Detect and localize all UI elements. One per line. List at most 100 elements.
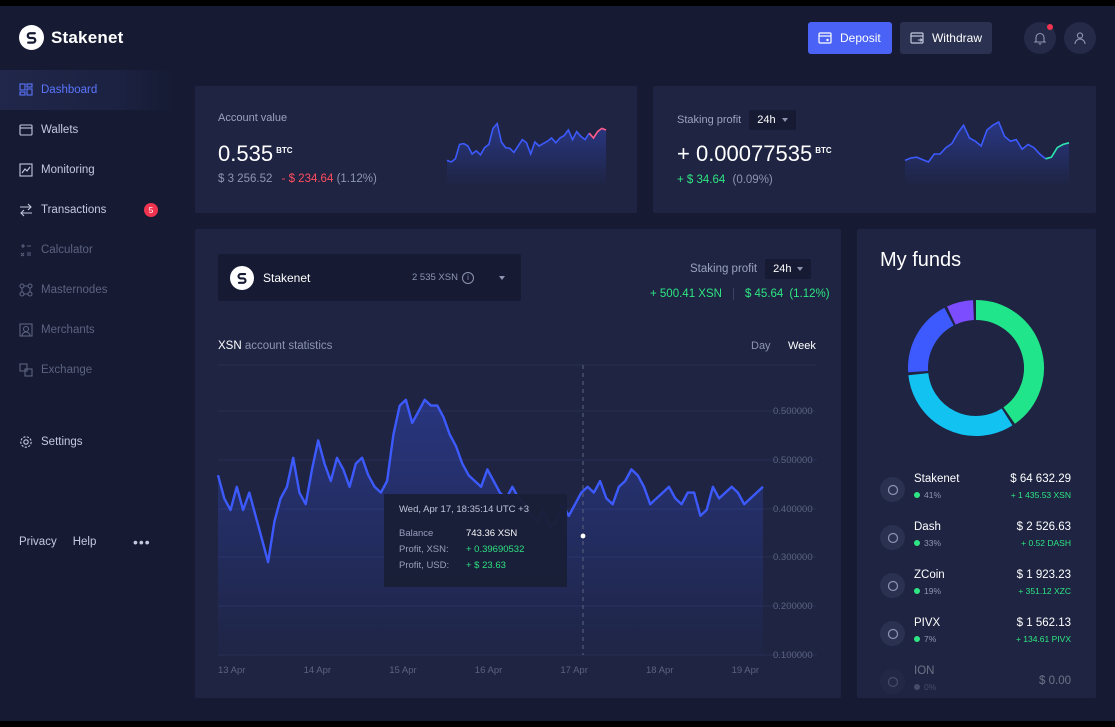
fund-coin-change: + 0.52 DASH: [1021, 538, 1071, 548]
fund-coin-change: + 351.12 XZC: [1018, 586, 1071, 596]
account-change: - $ 234.64: [281, 173, 334, 185]
staking-period-dropdown[interactable]: 24h: [749, 110, 796, 130]
y-tick-label: 0.400000: [773, 504, 813, 515]
stats-coin: XSN: [218, 340, 242, 352]
fund-usd-value: $ 1 562.13: [1016, 617, 1071, 629]
staking-pct: (0.09%): [732, 174, 773, 186]
fund-share-value: 0%: [924, 682, 937, 692]
help-link[interactable]: Help: [73, 536, 97, 548]
profit-pct: (1.12%): [789, 288, 830, 300]
status-dot: [914, 684, 920, 690]
sidebar-item-calculator[interactable]: Calculator: [0, 230, 175, 270]
staking-profit-card: Staking profit 24h + 0.00077535 BTC + $ 3…: [653, 86, 1096, 213]
coin-name: Stakenet: [263, 270, 311, 285]
fund-share: 41%: [914, 490, 941, 500]
status-dot: [914, 588, 920, 594]
sidebar-item-dashboard[interactable]: Dashboard: [0, 70, 175, 110]
y-tick-label: 0.500000: [773, 406, 813, 417]
coin-selector[interactable]: Stakenet 2 535 XSN i: [218, 254, 521, 301]
info-icon[interactable]: i: [462, 271, 474, 284]
sidebar-item-label: Monitoring: [41, 164, 95, 176]
main-staking-period-dropdown[interactable]: 24h: [765, 259, 812, 279]
fund-name: ION: [914, 665, 935, 677]
x-tick-label: 16 Apr: [475, 665, 502, 676]
sidebar-item-label: Calculator: [41, 244, 93, 256]
fund-name: ZCoin: [914, 569, 945, 581]
x-tick-label: 15 Apr: [389, 665, 416, 676]
divider: [732, 288, 734, 300]
brand-logo[interactable]: Stakenet: [19, 25, 123, 50]
sidebar-item-masternodes[interactable]: Masternodes: [0, 270, 175, 310]
privacy-link[interactable]: Privacy: [19, 536, 57, 548]
withdraw-icon: [910, 32, 924, 44]
withdraw-label: Withdraw: [931, 31, 982, 45]
dashboard-icon: [18, 83, 33, 98]
deposit-label: Deposit: [840, 31, 881, 45]
fund-usd-value: $ 1 923.23: [1016, 569, 1071, 581]
sidebar-item-wallets[interactable]: Wallets: [0, 110, 175, 150]
merchants-icon: [18, 323, 33, 338]
zcoin-icon: [880, 573, 905, 598]
account-statistics-card: Stakenet 2 535 XSN i Staking profit 24h …: [195, 229, 841, 698]
tooltip-profit-usd-value: + $ 23.63: [466, 560, 506, 571]
period-week-tab[interactable]: Week: [788, 340, 816, 352]
fund-row-stakenet[interactable]: Stakenet 41% $ 64 632.29 + 1 435.53 XSN: [880, 473, 1073, 509]
x-tick-label: 17 Apr: [560, 665, 587, 676]
donut-segment: [908, 307, 955, 373]
sidebar-item-merchants[interactable]: Merchants: [0, 310, 175, 350]
status-dot: [914, 636, 920, 642]
profit-usd: $ 45.64: [744, 288, 784, 300]
staking-profit-label: Staking profit: [677, 114, 742, 126]
account-value-label: Account value: [218, 112, 288, 124]
period-day-tab[interactable]: Day: [751, 340, 771, 352]
y-tick-label: 0.100000: [773, 650, 813, 661]
sidebar-item-transactions[interactable]: Transactions 5: [0, 190, 175, 230]
fund-coin-change: + 1 435.53 XSN: [1010, 490, 1071, 500]
tooltip-date: Wed, Apr 17, 18:35:14 UTC +3: [399, 504, 529, 515]
fund-coin-change: + 134.61 PIVX: [1015, 634, 1071, 644]
caret-down-icon: [797, 267, 804, 271]
sidebar-item-label: Wallets: [41, 124, 79, 136]
monitoring-icon: [18, 163, 33, 178]
my-funds-title: My funds: [880, 249, 962, 271]
x-tick-label: 18 Apr: [646, 665, 673, 676]
fund-name: Stakenet: [914, 473, 960, 485]
fund-name: Dash: [914, 521, 941, 533]
sidebar-item-settings[interactable]: Settings: [0, 422, 175, 462]
chart-tooltip: Wed, Apr 17, 18:35:14 UTC +3 Balance 743.…: [384, 494, 567, 587]
main-staking-profit: Staking profit 24h: [690, 259, 812, 279]
sidebar-item-exchange[interactable]: Exchange: [0, 350, 175, 390]
fund-share: 0%: [914, 682, 936, 692]
my-funds-card: My funds Stakenet 41% $ 64 632.29 + 1 435.5…: [857, 229, 1096, 698]
sidebar-item-label: Exchange: [41, 364, 93, 376]
donut-segment: [947, 300, 975, 325]
hover-point: [580, 533, 586, 539]
account-usd: $ 3 256.52: [218, 173, 273, 185]
sidebar-item-monitoring[interactable]: Monitoring: [0, 150, 175, 190]
notifications-button[interactable]: [1024, 22, 1056, 54]
fund-row-dash[interactable]: Dash 33% $ 2 526.63 + 0.52 DASH: [880, 521, 1073, 557]
account-sparkline: [446, 121, 607, 186]
stats-label: account statistics: [244, 340, 333, 352]
fund-share: 7%: [914, 634, 936, 644]
fund-row-ion[interactable]: ION 0% $ 0.00: [880, 665, 1073, 701]
staking-profit-unit: BTC: [815, 145, 832, 155]
donut-segment: [908, 372, 1013, 436]
fund-row-zcoin[interactable]: ZCoin 19% $ 1 923.23 + 351.12 XZC: [880, 569, 1073, 605]
tooltip-profit-usd-label: Profit, USD:: [399, 560, 450, 571]
fund-row-pivx[interactable]: PIVX 7% $ 1 562.13 + 134.61 PIVX: [880, 617, 1073, 653]
user-icon: [1074, 32, 1086, 45]
fund-usd-value: $ 64 632.29: [1010, 473, 1071, 485]
main-staking-period-value: 24h: [773, 263, 792, 275]
tooltip-balance-label: Balance: [399, 528, 434, 539]
more-options-icon[interactable]: •••: [133, 534, 151, 550]
account-value-card: Account value 0.535 BTC $ 3 256.52 - $ 23…: [195, 86, 637, 213]
fund-usd-value: $ 2 526.63: [1016, 521, 1071, 533]
y-tick-label: 0.500000: [773, 455, 813, 466]
account-value-number: 0.535: [218, 141, 274, 166]
deposit-button[interactable]: Deposit: [808, 22, 892, 54]
withdraw-button[interactable]: Withdraw: [900, 22, 992, 54]
profile-button[interactable]: [1064, 22, 1096, 54]
fund-share-value: 41%: [924, 490, 942, 500]
wallet-icon: [18, 123, 33, 138]
